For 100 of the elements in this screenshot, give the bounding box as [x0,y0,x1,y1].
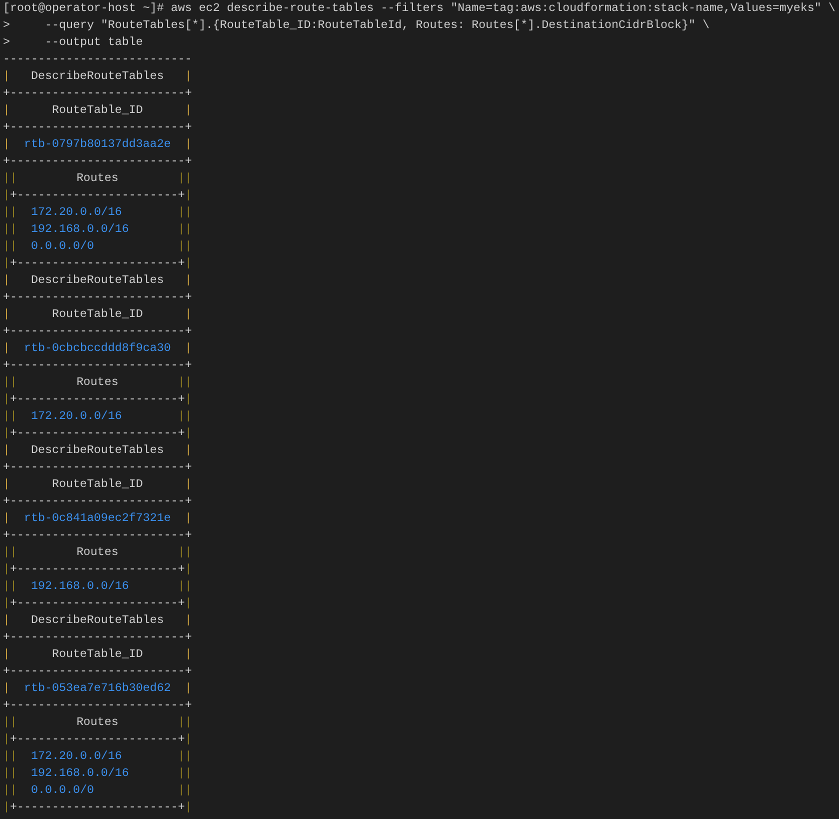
table-border: | [184,306,192,323]
table-heading: DescribeRouteTables [30,68,164,85]
shell-prompt: > [3,17,10,34]
table-border: || [178,221,192,238]
table-border: || [178,408,192,425]
table-rule: --------------------------- [3,51,192,68]
table-border: || [3,408,17,425]
table-border: | [3,68,10,85]
table-border: || [178,204,192,221]
table-border: | [3,136,10,153]
table-border: || [178,714,192,731]
command-text: aws ec2 describe-route-tables --filters "Name=tag:aws:cloudformation:stack-name,Values=myeks" \ [170,0,836,17]
table-heading: Routes [76,544,118,561]
table-rule: +-----------------------+ [10,391,185,408]
table-rule: +-------------------------+ [3,289,192,306]
table-border: | [3,306,10,323]
table-border: | [184,731,192,748]
table-border: || [178,782,192,799]
table-border: || [3,748,17,765]
table-border: | [3,612,10,629]
table-rule: +-------------------------+ [3,85,192,102]
table-border: || [178,748,192,765]
table-heading: Routes [76,170,118,187]
table-border: | [184,391,192,408]
table-value: 192.168.0.0/16 [30,765,129,782]
table-rule: +-----------------------+ [10,595,185,612]
table-rule: +-------------------------+ [3,119,192,136]
table-border: || [178,578,192,595]
table-border: || [3,765,17,782]
table-rule: +-------------------------+ [3,357,192,374]
table-heading: RouteTable_ID [52,102,143,119]
table-rule: +-----------------------+ [10,187,185,204]
table-border: || [178,238,192,255]
table-value: 192.168.0.0/16 [30,221,129,238]
table-border: | [3,510,10,527]
table-border: | [3,595,10,612]
table-border: | [3,425,10,442]
table-border: | [3,680,10,697]
table-border: | [184,340,192,357]
table-border: || [3,170,17,187]
table-value: rtb-0cbcbccddd8f9ca30 [24,340,171,357]
table-border: | [3,561,10,578]
table-value: 192.168.0.0/16 [30,578,129,595]
table-heading: RouteTable_ID [52,306,143,323]
table-border: | [184,136,192,153]
table-value: rtb-053ea7e716b30ed62 [24,680,171,697]
table-value: rtb-0c841a09ec2f7321e [24,510,171,527]
table-heading: Routes [76,374,118,391]
table-border: | [3,476,10,493]
table-value: 172.20.0.0/16 [30,204,122,221]
table-border: || [3,221,17,238]
table-border: | [3,272,10,289]
table-rule: +-------------------------+ [3,459,192,476]
table-border: | [184,187,192,204]
table-border: | [184,646,192,663]
table-border: | [3,340,10,357]
table-heading: RouteTable_ID [52,476,143,493]
table-rule: +-------------------------+ [3,153,192,170]
table-border: || [178,374,192,391]
command-text: --query "RouteTables[*].{RouteTable_ID:RouteTableId, Routes: Routes[*].DestinationCidrBlock}" \ [44,17,710,34]
table-border: | [3,442,10,459]
table-border: || [178,544,192,561]
table-border: || [3,714,17,731]
table-rule: +-------------------------+ [3,493,192,510]
table-heading: Routes [76,714,118,731]
table-rule: +-----------------------+ [10,425,185,442]
table-border: || [3,374,17,391]
table-border: | [184,561,192,578]
table-border: | [184,510,192,527]
table-rule: +-----------------------+ [10,731,185,748]
table-value: 0.0.0.0/0 [30,238,94,255]
table-border: | [184,272,192,289]
table-rule: +-----------------------+ [10,255,185,272]
table-rule: +-------------------------+ [3,697,192,714]
table-border: | [184,680,192,697]
command-text: --output table [44,34,143,51]
table-border: || [3,238,17,255]
table-rule: +-----------------------+ [10,561,185,578]
table-heading: DescribeRouteTables [30,612,164,629]
table-border: | [184,68,192,85]
table-border: | [184,102,192,119]
table-heading: DescribeRouteTables [30,442,164,459]
table-border: || [178,170,192,187]
table-border: | [3,102,10,119]
table-border: | [184,612,192,629]
table-border: || [3,782,17,799]
shell-prompt: [root@operator-host ~]# [3,0,164,17]
table-border: || [3,544,17,561]
table-border: | [3,391,10,408]
table-value: 0.0.0.0/0 [30,782,94,799]
table-border: | [3,646,10,663]
table-border: | [3,187,10,204]
table-border: | [184,442,192,459]
table-rule: +-------------------------+ [3,629,192,646]
table-rule: +-------------------------+ [3,527,192,544]
table-border: || [178,765,192,782]
table-value: 172.20.0.0/16 [30,408,122,425]
table-border: | [184,255,192,272]
shell-prompt: > [3,34,10,51]
table-border: || [3,578,17,595]
